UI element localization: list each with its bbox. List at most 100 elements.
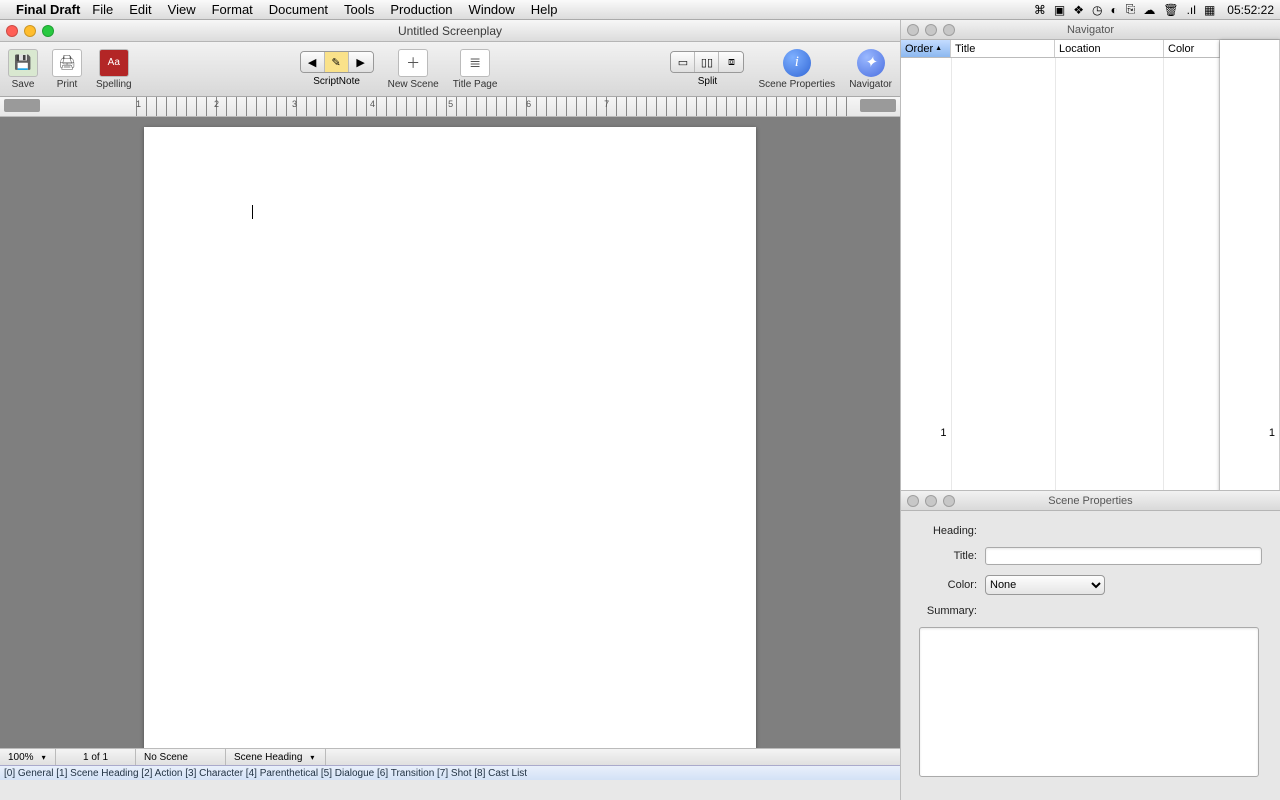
- zoom-icon[interactable]: [943, 24, 955, 36]
- status-bar: 100% 1 of 1 No Scene Scene Heading: [0, 748, 900, 765]
- minimize-icon[interactable]: [925, 24, 937, 36]
- scene-properties-title: Scene Properties: [901, 495, 1280, 507]
- menu-view[interactable]: View: [168, 2, 196, 17]
- minimize-icon[interactable]: [925, 495, 937, 507]
- navigator-button[interactable]: ✦ Navigator: [849, 49, 892, 90]
- new-scene-button[interactable]: ＋ New Scene: [388, 49, 439, 90]
- toolbar: 💾 Save 🖨 Print Aa Spelling ◀ ✎ ▶ ScriptN…: [0, 42, 900, 97]
- page-position: 1 of 1: [56, 749, 136, 765]
- new-scene-label: New Scene: [388, 79, 439, 90]
- scriptnote-group: ◀ ✎ ▶ ScriptNote: [300, 51, 374, 87]
- ruler-tick: 5: [448, 99, 453, 109]
- menu-document[interactable]: Document: [269, 2, 328, 17]
- col-location[interactable]: Location: [1055, 40, 1164, 57]
- color-label: Color:: [919, 579, 977, 591]
- scene-properties-button[interactable]: i Scene Properties: [758, 49, 835, 90]
- scene-properties-label: Scene Properties: [758, 79, 835, 90]
- close-icon[interactable]: [907, 495, 919, 507]
- menubar-clock: 05:52:22: [1227, 3, 1274, 17]
- save-icon: 💾: [8, 49, 38, 77]
- dictionary-icon: Aa: [99, 49, 129, 77]
- title-page-label: Title Page: [453, 79, 498, 90]
- calendar-icon[interactable]: ▦: [1204, 3, 1215, 17]
- spelling-label: Spelling: [96, 79, 132, 90]
- scriptnote-next-button[interactable]: ▶: [349, 52, 373, 72]
- table-row[interactable]: 11: [901, 58, 1280, 490]
- new-scene-icon: ＋: [398, 49, 428, 77]
- menu-help[interactable]: Help: [531, 2, 558, 17]
- close-icon[interactable]: [907, 24, 919, 36]
- scene-properties-titlebar[interactable]: Scene Properties: [901, 491, 1280, 511]
- sort-asc-icon: ▲: [935, 45, 942, 52]
- menu-tools[interactable]: Tools: [344, 2, 374, 17]
- compass-icon: ✦: [857, 49, 885, 77]
- navigator-body[interactable]: 11: [901, 58, 1280, 490]
- title-label: Title:: [919, 550, 977, 562]
- col-order[interactable]: Order▲: [901, 40, 951, 57]
- info-icon: i: [783, 49, 811, 77]
- navigator-title: Navigator: [901, 24, 1280, 36]
- scriptnote-label: ScriptNote: [313, 76, 360, 87]
- ruler-tick: 1: [136, 99, 141, 109]
- zoom-icon[interactable]: [42, 25, 54, 37]
- menu-file[interactable]: File: [92, 2, 113, 17]
- navigator-titlebar[interactable]: Navigator: [901, 20, 1280, 40]
- scene-indicator[interactable]: No Scene: [136, 749, 226, 765]
- document-area[interactable]: [0, 117, 900, 748]
- navigator-label: Navigator: [849, 79, 892, 90]
- title-page-icon: ≣: [460, 49, 490, 77]
- navigator-header: Order▲ Title Location Color Page: [901, 40, 1280, 58]
- status-icon[interactable]: ❖: [1073, 3, 1084, 17]
- title-field[interactable]: [985, 547, 1262, 565]
- zoom-icon[interactable]: [943, 495, 955, 507]
- ruler-tick: 2: [214, 99, 219, 109]
- zoom-dropdown[interactable]: 100%: [0, 749, 56, 765]
- ruler[interactable]: 1 2 3 4 5 6 7: [0, 97, 900, 117]
- split-horizontal-button[interactable]: ⧈: [719, 52, 743, 72]
- split-label: Split: [698, 76, 717, 87]
- page[interactable]: [144, 127, 756, 748]
- status-icon[interactable]: ▣: [1054, 3, 1065, 17]
- window-titlebar[interactable]: Untitled Screenplay: [0, 20, 900, 42]
- status-icon[interactable]: 🗑: [1163, 3, 1178, 17]
- print-label: Print: [57, 79, 78, 90]
- summary-label: Summary:: [919, 605, 977, 617]
- menu-format[interactable]: Format: [212, 2, 253, 17]
- menu-production[interactable]: Production: [390, 2, 452, 17]
- status-icon[interactable]: ☁: [1143, 3, 1155, 17]
- status-icon[interactable]: ◐: [1111, 3, 1118, 17]
- col-title[interactable]: Title: [951, 40, 1055, 57]
- split-none-button[interactable]: ▭: [671, 52, 695, 72]
- minimize-icon[interactable]: [24, 25, 36, 37]
- element-dropdown[interactable]: Scene Heading: [226, 749, 326, 765]
- col-color[interactable]: Color: [1164, 40, 1220, 57]
- scriptnote-add-button[interactable]: ✎: [325, 52, 349, 72]
- print-button[interactable]: 🖨 Print: [52, 49, 82, 90]
- split-vertical-button[interactable]: ▯▯: [695, 52, 719, 72]
- menu-edit[interactable]: Edit: [129, 2, 151, 17]
- status-icon[interactable]: ⌘: [1034, 3, 1046, 17]
- signal-icon[interactable]: .ıl: [1187, 3, 1196, 17]
- ruler-tick: 3: [292, 99, 297, 109]
- summary-field[interactable]: [919, 627, 1259, 777]
- app-name[interactable]: Final Draft: [16, 2, 80, 17]
- scene-properties-panel: Scene Properties Heading: Title: Color: …: [900, 490, 1280, 800]
- element-hint-bar: [0] General [1] Scene Heading [2] Action…: [0, 765, 900, 780]
- ruler-tick: 7: [604, 99, 609, 109]
- scriptnote-prev-button[interactable]: ◀: [301, 52, 325, 72]
- document-window: Untitled Screenplay 💾 Save 🖨 Print Aa Sp…: [0, 20, 900, 780]
- color-select[interactable]: None: [985, 575, 1105, 595]
- status-icon[interactable]: ◷: [1092, 3, 1102, 17]
- title-page-button[interactable]: ≣ Title Page: [453, 49, 498, 90]
- menu-window[interactable]: Window: [469, 2, 515, 17]
- text-cursor: [252, 205, 253, 219]
- split-segment: ▭ ▯▯ ⧈: [670, 51, 744, 73]
- split-group: ▭ ▯▯ ⧈ Split: [670, 51, 744, 87]
- close-icon[interactable]: [6, 25, 18, 37]
- menubar: Final Draft File Edit View Format Docume…: [0, 0, 1280, 20]
- status-icon[interactable]: ⎘: [1126, 2, 1136, 17]
- save-button[interactable]: 💾 Save: [8, 49, 38, 90]
- navigator-panel: Navigator Order▲ Title Location Color Pa…: [900, 20, 1280, 490]
- spelling-button[interactable]: Aa Spelling: [96, 49, 132, 90]
- ruler-tick: 4: [370, 99, 375, 109]
